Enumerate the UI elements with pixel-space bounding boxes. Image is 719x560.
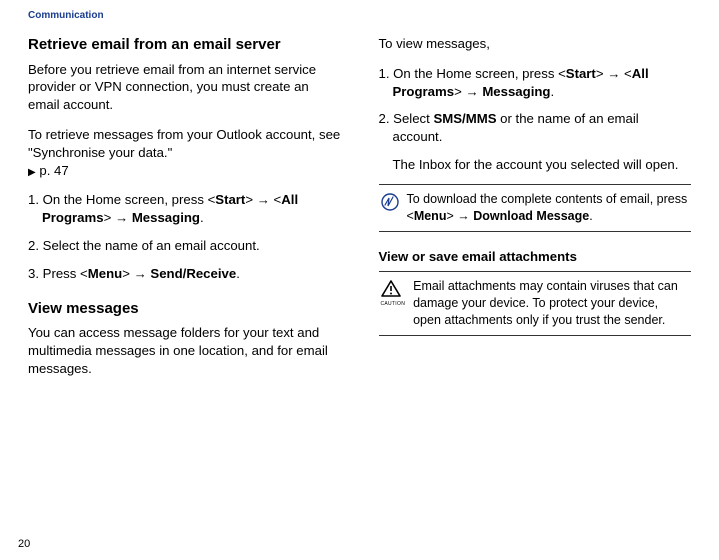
note-icon — [381, 193, 399, 216]
t: > — [446, 209, 457, 223]
view-messages-para: You can access message folders for your … — [28, 324, 341, 377]
outlook-ref: To retrieve messages from your Outlook a… — [28, 126, 341, 179]
caution-label: CAUTION — [381, 301, 406, 308]
t: 2. Select — [379, 111, 434, 126]
intro-para: Before you retrieve email from an intern… — [28, 61, 341, 114]
retrieve-step-2: 2. Select the name of an email account. — [28, 237, 341, 255]
caution-attachments: CAUTION Email attachments may contain vi… — [379, 271, 692, 336]
t: > — [122, 266, 133, 281]
caution-icon: CAUTION — [381, 280, 406, 308]
kw-messaging: Messaging — [482, 84, 550, 99]
section-title-retrieve: Retrieve email from an email server — [28, 35, 341, 55]
pointer-icon — [28, 163, 36, 178]
view-step-2-sub: The Inbox for the account you selected w… — [379, 156, 692, 174]
kw-menu: Menu — [414, 209, 447, 223]
kw-start: Start — [215, 192, 245, 207]
t: < — [620, 66, 631, 81]
kw-start: Start — [566, 66, 596, 81]
page-columns: Retrieve email from an email server Befo… — [28, 35, 691, 390]
arrow-icon — [457, 209, 470, 223]
t: . — [236, 266, 240, 281]
t: . — [550, 84, 554, 99]
t: < — [270, 192, 281, 207]
arrow-icon — [465, 84, 478, 99]
subsection-title-attachments: View or save email attachments — [379, 248, 692, 266]
t: > — [104, 210, 115, 225]
t: . — [200, 210, 204, 225]
left-column: Retrieve email from an email server Befo… — [28, 35, 341, 390]
caution-text: Email attachments may contain viruses th… — [413, 278, 689, 329]
t: 1. On the Home screen, press < — [28, 192, 215, 207]
kw-sms-mms: SMS/MMS — [433, 111, 496, 126]
t: . — [589, 209, 592, 223]
retrieve-step-1: 1. On the Home screen, press <Start> <Al… — [28, 191, 341, 227]
retrieve-step-3: 3. Press <Menu> Send/Receive. — [28, 265, 341, 283]
view-lead: To view messages, — [379, 35, 692, 53]
arrow-icon — [257, 192, 270, 207]
section-title-view-messages: View messages — [28, 299, 341, 319]
kw-send-receive: Send/Receive — [150, 266, 236, 281]
page-number: 20 — [18, 538, 30, 550]
outlook-ref-page: p. 47 — [36, 163, 69, 178]
t: > — [245, 192, 256, 207]
arrow-icon — [115, 210, 128, 225]
kw-download-message: Download Message — [473, 209, 589, 223]
view-step-2: 2. Select SMS/MMS or the name of an emai… — [379, 110, 692, 146]
right-column: To view messages, 1. On the Home screen,… — [379, 35, 692, 390]
t: > — [454, 84, 465, 99]
view-step-1: 1. On the Home screen, press <Start> <Al… — [379, 65, 692, 101]
t: > — [596, 66, 607, 81]
note-text: To download the complete contents of ema… — [407, 191, 690, 225]
kw-messaging: Messaging — [132, 210, 200, 225]
arrow-icon — [607, 66, 620, 81]
t: 1. On the Home screen, press < — [379, 66, 566, 81]
t: 3. Press < — [28, 266, 88, 281]
kw-menu: Menu — [88, 266, 122, 281]
outlook-ref-text: To retrieve messages from your Outlook a… — [28, 127, 340, 160]
breadcrumb: Communication — [28, 10, 691, 21]
note-download-message: To download the complete contents of ema… — [379, 184, 692, 232]
arrow-icon — [134, 266, 147, 281]
